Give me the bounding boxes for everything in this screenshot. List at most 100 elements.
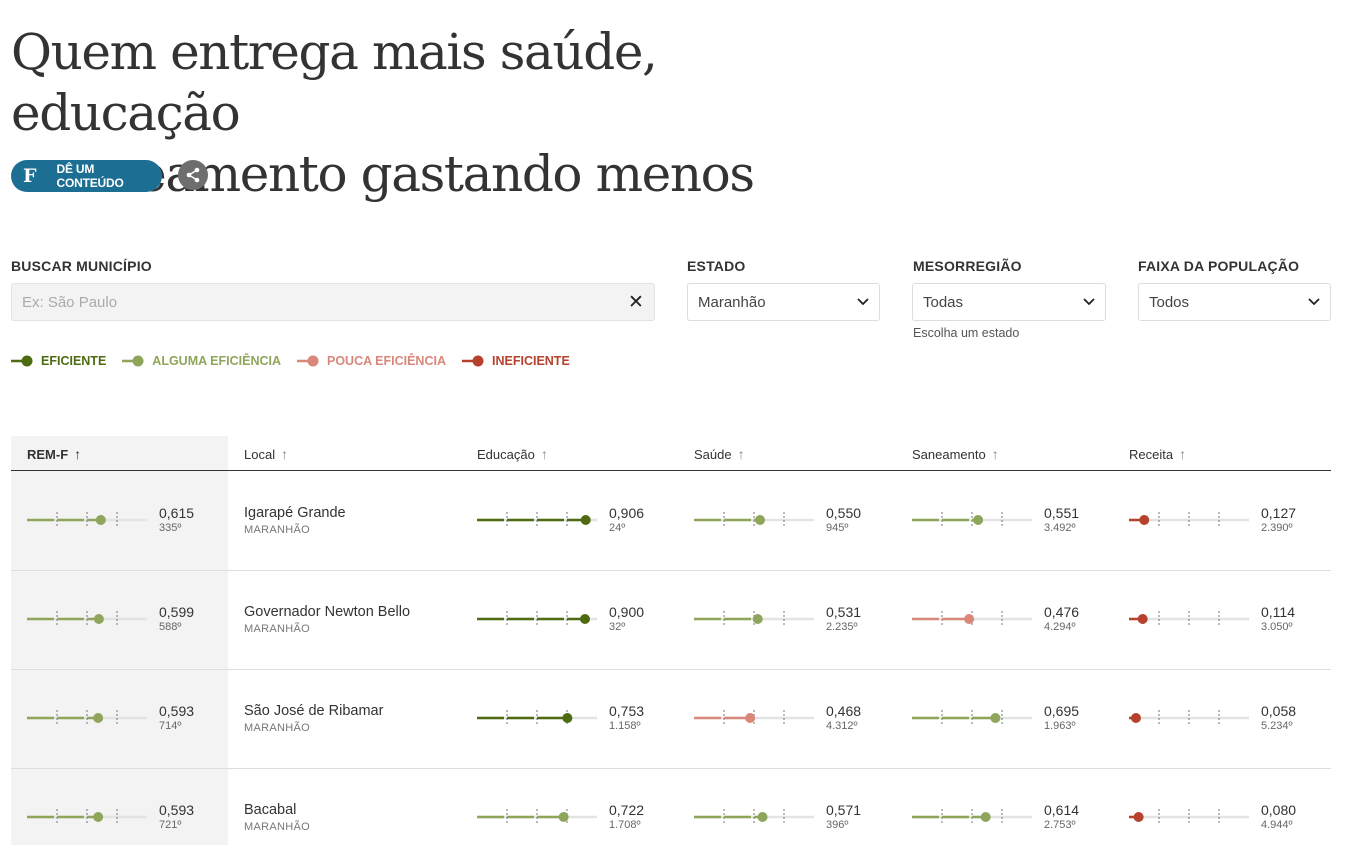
saneamento-value: 0,476	[1044, 604, 1080, 620]
remf-value: 0,593	[159, 802, 195, 818]
receita-value: 0,127	[1261, 505, 1297, 521]
search-input[interactable]	[22, 293, 628, 311]
header-saude[interactable]: Saúde ↑	[694, 446, 745, 462]
search-label: BUSCAR MUNICÍPIO	[11, 258, 152, 274]
saneamento-cell: 0,551 3.492º	[1044, 505, 1079, 534]
receita-value: 0,058	[1261, 703, 1297, 719]
saude-rank: 2.235º	[826, 621, 858, 633]
saude-rank: 4.312º	[826, 720, 858, 732]
faixa-select[interactable]: Todos	[1138, 283, 1331, 321]
remf-bar	[27, 710, 147, 726]
receita-cell: 0,114 3.050º	[1261, 604, 1295, 633]
remf-cell: 0,615 335º	[159, 505, 194, 534]
saneamento-bar	[912, 710, 1032, 726]
receita-bar	[1129, 809, 1249, 825]
saneamento-rank: 3.492º	[1044, 522, 1076, 534]
clear-icon[interactable]: ✕	[628, 291, 644, 314]
educacao-cell: 0,906 24º	[609, 505, 644, 534]
sort-arrow-icon: ↑	[737, 446, 745, 462]
remf-rank: 714º	[159, 720, 182, 732]
mesorregiao-value: Todas	[923, 293, 964, 311]
saneamento-value: 0,551	[1044, 505, 1080, 521]
share-button[interactable]	[178, 160, 208, 190]
bar-dot	[755, 515, 765, 525]
table-header: REM-F ↑ Local ↑ Educação ↑ Saúde ↑ Sanea…	[11, 436, 1331, 471]
table-row[interactable]: 0,593 714º São José de Ribamar MARANHÃO …	[11, 669, 1331, 769]
saneamento-cell: 0,695 1.963º	[1044, 703, 1079, 732]
estado-label: ESTADO	[687, 258, 746, 274]
bar-dot	[1139, 515, 1150, 525]
title-line-1: Quem entrega mais saúde, educação	[11, 23, 658, 142]
saneamento-rank: 4.294º	[1044, 621, 1076, 633]
mesorregiao-select[interactable]: Todas	[912, 283, 1106, 321]
receita-value: 0,114	[1261, 604, 1295, 620]
legend-label: POUCA EFICIÊNCIA	[327, 354, 446, 368]
educacao-rank: 1.158º	[609, 720, 641, 732]
table-row[interactable]: 0,599 588º Governador Newton Bello MARAN…	[11, 570, 1331, 670]
legend-marker-icon	[11, 355, 33, 367]
share-icon	[186, 167, 200, 183]
remf-cell: 0,599 588º	[159, 604, 194, 633]
header-remf[interactable]: REM-F ↑	[27, 446, 81, 462]
saneamento-value: 0,614	[1044, 802, 1080, 818]
estado-select[interactable]: Maranhão	[687, 283, 880, 321]
local-cell: São José de Ribamar MARANHÃO	[244, 703, 383, 734]
state-name: MARANHÃO	[244, 821, 310, 833]
bar-dot	[757, 812, 768, 822]
bar-dot	[1130, 713, 1141, 723]
educacao-rank: 1.708º	[609, 819, 641, 831]
sort-arrow-icon: ↑	[1179, 446, 1187, 462]
city-name: Governador Newton Bello	[244, 604, 411, 620]
header-educacao[interactable]: Educação ↑	[477, 446, 548, 462]
header-receita[interactable]: Receita ↑	[1129, 446, 1186, 462]
educacao-rank: 32º	[609, 621, 626, 633]
sort-arrow-icon: ↑	[540, 446, 548, 462]
remf-value: 0,599	[159, 604, 195, 620]
local-cell: Igarapé Grande MARANHÃO	[244, 505, 346, 536]
header-label: Educação	[477, 446, 535, 462]
header-local[interactable]: Local ↑	[244, 446, 288, 462]
receita-cell: 0,058 5.234º	[1261, 703, 1296, 732]
give-content-button[interactable]: F DÊ UM CONTEÚDO	[11, 160, 162, 192]
saude-bar	[694, 611, 814, 627]
header-label: Local	[244, 446, 276, 462]
bar-dot	[93, 812, 104, 822]
bar-dot	[973, 515, 984, 525]
legend-dot	[472, 355, 484, 367]
legend-label: EFICIENTE	[41, 354, 107, 368]
receita-rank: 4.944º	[1261, 819, 1293, 831]
educacao-bar	[477, 809, 597, 825]
receita-bar	[1129, 512, 1249, 528]
legend-dot	[307, 355, 319, 367]
remf-bar	[27, 809, 147, 825]
saude-value: 0,468	[826, 703, 862, 719]
folha-logo-icon: F	[23, 165, 37, 187]
table-row[interactable]: 0,615 335º Igarapé Grande MARANHÃO 0,906…	[11, 471, 1331, 571]
educacao-bar	[477, 710, 597, 726]
bar-dot	[1133, 812, 1144, 822]
table-row[interactable]: 0,593 721º Bacabal MARANHÃO 0,722 1.708º…	[11, 768, 1331, 867]
chevron-down-icon	[857, 298, 869, 306]
header-saneamento[interactable]: Saneamento ↑	[912, 446, 999, 462]
header-label: Receita	[1129, 446, 1174, 462]
educacao-value: 0,722	[609, 802, 645, 818]
mesorregiao-hint: Escolha um estado	[913, 326, 1020, 340]
saude-cell: 0,531 2.235º	[826, 604, 861, 633]
sort-arrow-icon: ↑	[991, 446, 999, 462]
remf-rank: 335º	[159, 522, 182, 534]
educacao-value: 0,906	[609, 505, 645, 521]
bar-dot	[95, 515, 106, 525]
bar-dot	[980, 812, 991, 822]
legend-item-alguma: ALGUMA EFICIÊNCIA	[122, 354, 281, 368]
saude-bar	[694, 512, 814, 528]
header-label: REM-F	[27, 446, 69, 462]
educacao-rank: 24º	[609, 522, 626, 534]
bar-dot	[745, 713, 756, 723]
receita-cell: 0,127 2.390º	[1261, 505, 1296, 534]
saude-rank: 945º	[826, 522, 849, 534]
saneamento-cell: 0,476 4.294º	[1044, 604, 1079, 633]
receita-rank: 3.050º	[1261, 621, 1293, 633]
saude-cell: 0,550 945º	[826, 505, 861, 534]
chevron-down-icon	[1308, 298, 1320, 306]
efficiency-legend: EFICIENTE ALGUMA EFICIÊNCIA POUCA EFICIÊ…	[11, 354, 586, 368]
